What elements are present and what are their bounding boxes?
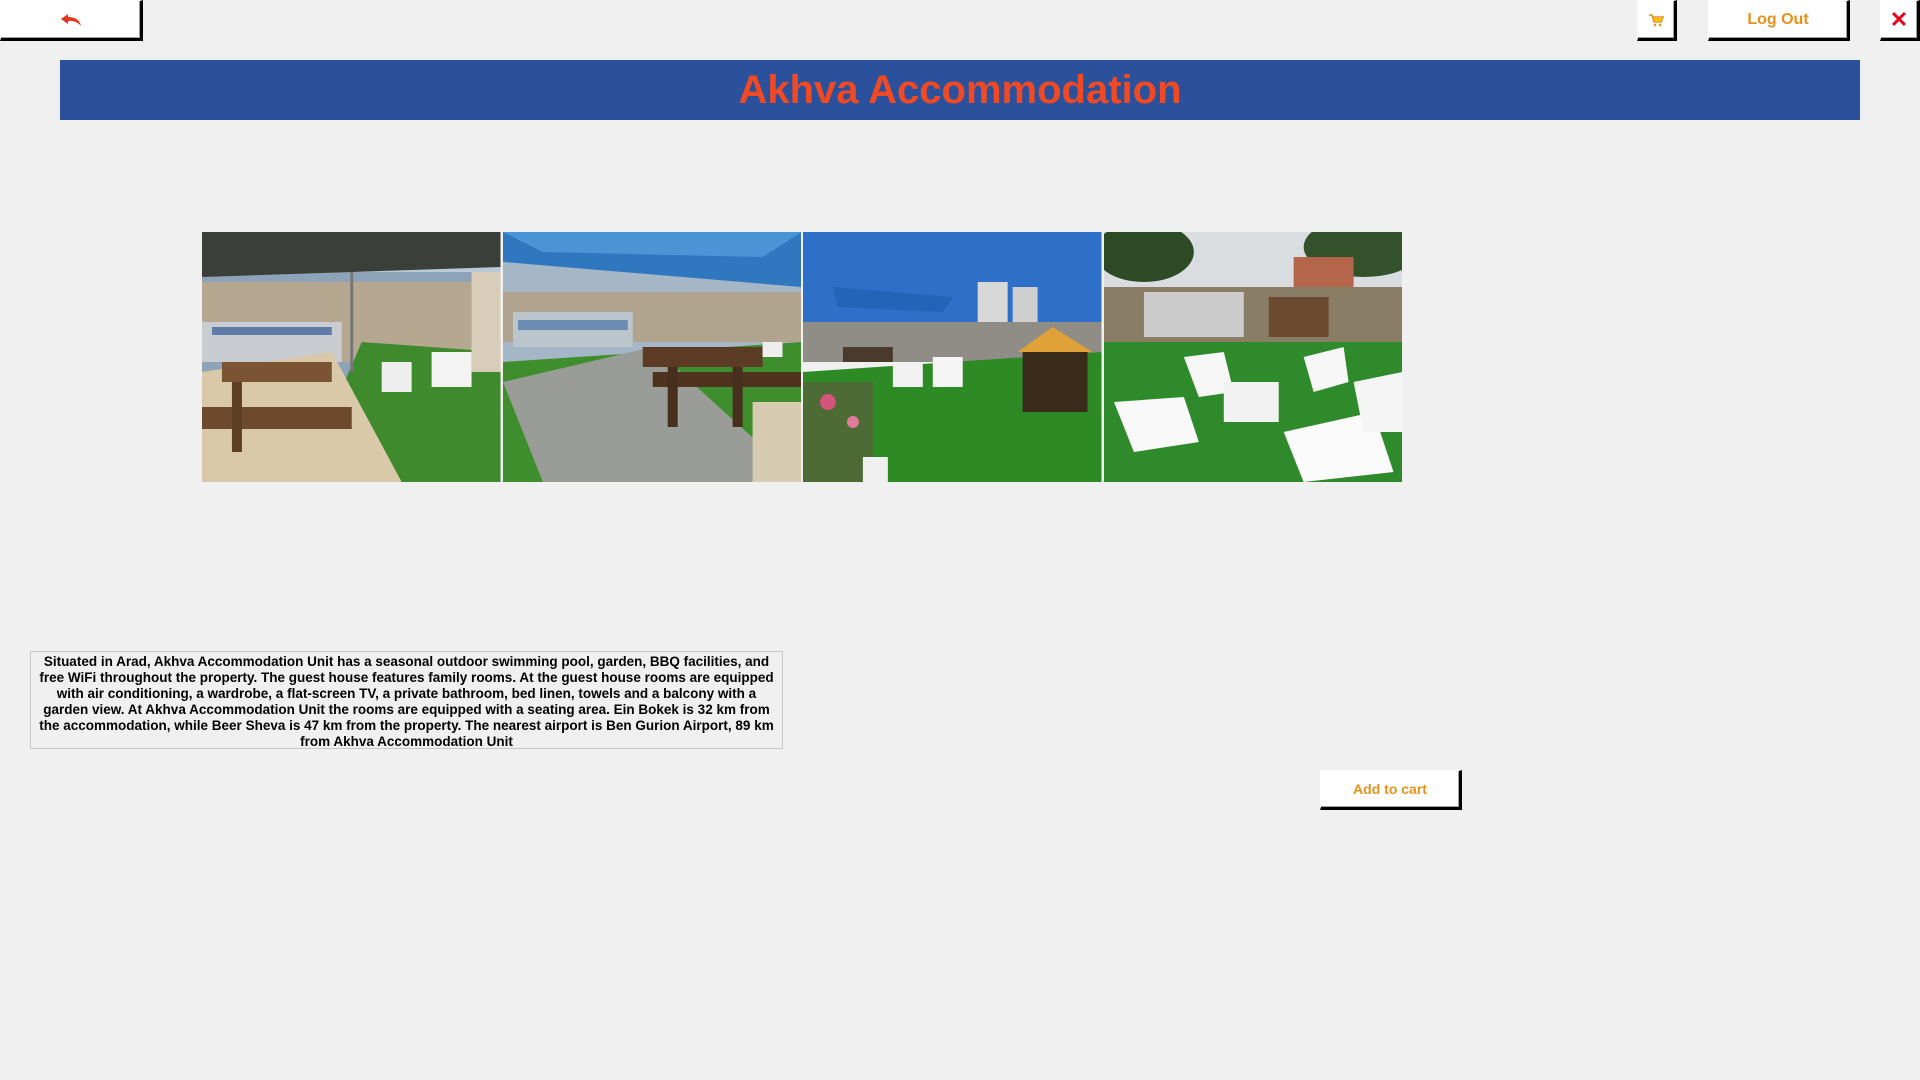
shopping-cart-icon (1649, 13, 1664, 26)
lawn-lounge-chairs-photo (1103, 232, 1402, 482)
logout-button[interactable]: Log Out (1708, 0, 1850, 41)
property-description: Situated in Arad, Akhva Accommodation Un… (30, 651, 783, 749)
page-title: Akhva Accommodation (738, 67, 1182, 112)
photo-gallery (202, 232, 1402, 482)
close-button[interactable]: ✕ (1880, 0, 1920, 41)
accommodation-page: Log Out ✕ Akhva Accommodation Situated i… (0, 0, 1920, 1080)
cart-button[interactable] (1637, 0, 1677, 41)
back-arrow-icon (60, 13, 81, 26)
back-button[interactable] (0, 0, 143, 41)
picnic-table-shade-photo (502, 232, 801, 482)
add-to-cart-button[interactable]: Add to cart (1320, 770, 1462, 810)
page-header: Akhva Accommodation (60, 60, 1860, 120)
yard-playhouse-photo (803, 232, 1102, 482)
garden-pool-gazebo-photo (202, 232, 501, 482)
close-icon: ✕ (1889, 6, 1909, 32)
